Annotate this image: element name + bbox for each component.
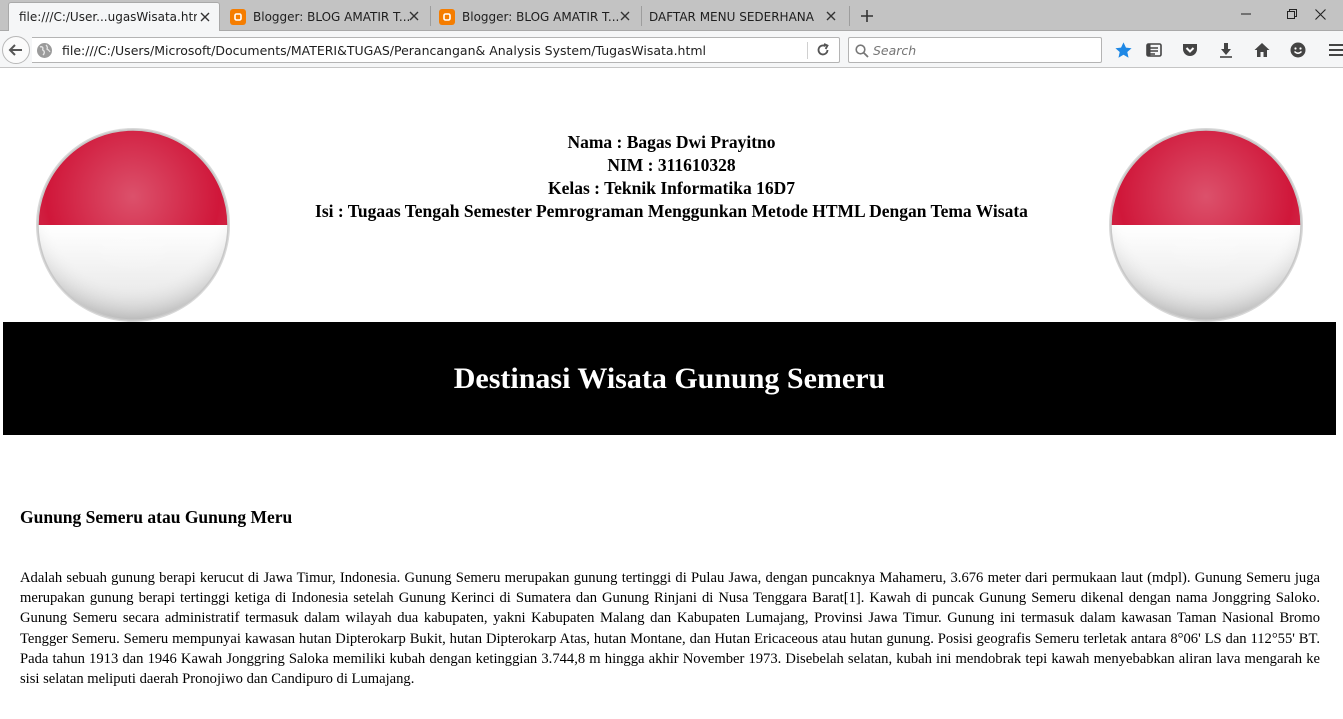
plus-icon [861,10,873,22]
info-isi: Isi : Tugaas Tengah Semester Pemrograman… [315,201,1028,221]
banner-title: Destinasi Wisata Gunung Semeru [453,361,886,395]
chat-smiley-icon[interactable] [1288,40,1308,60]
title-banner: Destinasi Wisata Gunung Semeru [3,322,1336,435]
tab-label: Blogger: BLOG AMATIR T... [462,9,620,24]
tab-blogger-2[interactable]: Blogger: BLOG AMATIR T... [439,2,639,31]
close-tab-icon[interactable] [197,9,213,25]
new-tab-button[interactable] [856,5,878,27]
tab-separator [430,6,431,26]
navigation-toolbar: file:///C:/Users/Microsoft/Documents/MAT… [0,31,1343,68]
web-page: Nama : Bagas Dwi Prayitno NIM : 31161032… [0,69,1343,719]
info-nim: NIM : 311610328 [607,155,736,175]
section-heading: Gunung Semeru atau Gunung Meru [20,507,293,527]
tab-tugaswisata[interactable]: file:///C:/User...ugasWisata.html [8,2,220,32]
tab-daftar-menu[interactable]: DAFTAR MENU SEDERHANA [649,2,845,31]
tab-separator [849,6,850,26]
student-info: Nama : Bagas Dwi Prayitno NIM : 31161032… [0,131,1343,223]
tab-label: file:///C:/User...ugasWisata.html [19,10,197,24]
close-tab-icon[interactable] [823,8,839,24]
url-bar[interactable]: file:///C:/Users/Microsoft/Documents/MAT… [32,37,840,63]
pocket-icon[interactable] [1180,40,1200,60]
tab-blogger-1[interactable]: Blogger: BLOG AMATIR T... [228,2,428,31]
back-arrow-icon [8,44,22,56]
blogger-icon [230,8,246,25]
info-kelas: Kelas : Teknik Informatika 16D7 [548,178,795,198]
globe-icon [36,42,53,63]
close-window-button[interactable] [1297,0,1343,28]
tab-label: Blogger: BLOG AMATIR T... [253,9,411,24]
close-tab-icon[interactable] [617,8,633,24]
blogger-icon [439,8,455,25]
tab-bar: file:///C:/User...ugasWisata.html Blogge… [0,0,1343,32]
search-icon [855,43,869,62]
tab-label: DAFTAR MENU SEDERHANA [649,9,814,24]
restore-icon [1287,9,1297,19]
bookmark-star-icon[interactable] [1113,40,1133,60]
url-text[interactable]: file:///C:/Users/Microsoft/Documents/MAT… [62,43,706,58]
back-button[interactable] [2,36,30,64]
search-input[interactable] [873,41,1093,59]
reload-icon[interactable] [815,42,831,62]
search-box[interactable] [848,37,1102,63]
url-divider [807,42,808,59]
tab-separator [641,6,642,26]
close-tab-icon[interactable] [406,8,422,24]
minimize-button[interactable] [1223,0,1269,28]
reading-list-icon[interactable] [1144,40,1164,60]
close-icon [1314,8,1326,20]
minimize-icon [1241,13,1251,15]
description-paragraph: Adalah sebuah gunung berapi kerucut di J… [20,570,1320,688]
download-icon[interactable] [1216,40,1236,60]
menu-hamburger-icon[interactable] [1326,40,1343,60]
info-nama: Nama : Bagas Dwi Prayitno [567,132,776,152]
home-icon[interactable] [1252,40,1272,60]
